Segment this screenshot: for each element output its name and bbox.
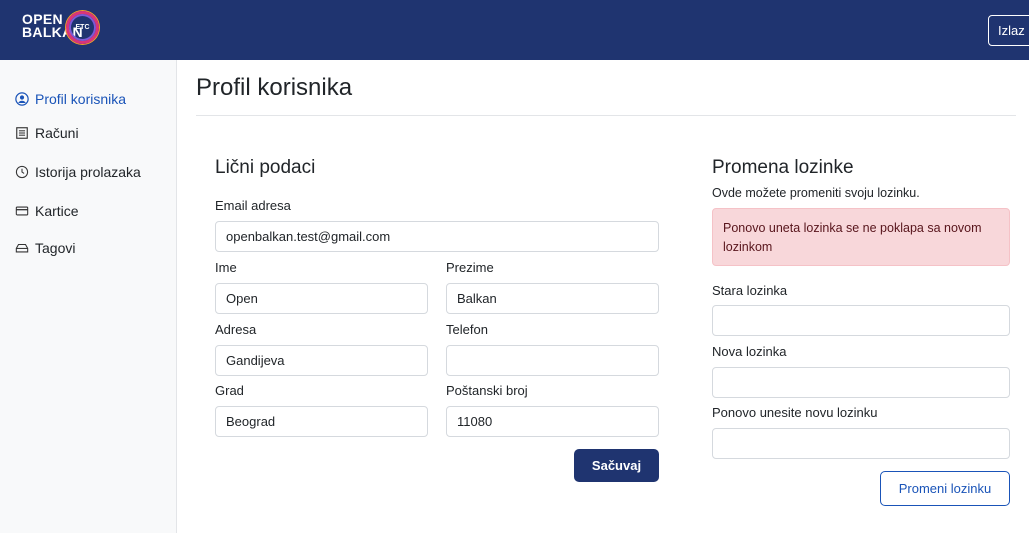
new-password-label: Nova lozinka	[712, 344, 787, 359]
email-label: Email adresa	[215, 198, 291, 213]
sidebar-item-label: Kartice	[35, 203, 79, 219]
last-name-field[interactable]	[446, 283, 659, 314]
title-divider	[196, 115, 1016, 116]
user-circle-icon	[15, 92, 29, 106]
sidebar-item-profile[interactable]: Profil korisnika	[15, 88, 126, 110]
old-password-label: Stara lozinka	[712, 283, 788, 298]
sidebar: Profil korisnika Računi Istorija prolaza…	[0, 60, 177, 533]
sidebar-item-label: Profil korisnika	[35, 91, 127, 107]
password-change-heading: Promena lozinke	[712, 157, 854, 178]
address-field[interactable]	[215, 345, 428, 376]
logo-badge: ETC	[75, 24, 90, 31]
logout-button[interactable]: Izlaz	[988, 15, 1029, 46]
last-name-label: Prezime	[446, 260, 494, 275]
sidebar-item-cards[interactable]: Kartice	[15, 200, 79, 222]
receipt-icon	[15, 126, 29, 140]
first-name-label: Ime	[215, 260, 237, 275]
password-mismatch-alert: Ponovo uneta lozinka se ne poklapa sa no…	[712, 208, 1010, 266]
phone-label: Telefon	[446, 322, 488, 337]
tag-icon	[15, 241, 29, 255]
postal-code-field[interactable]	[446, 406, 659, 437]
clock-icon	[15, 165, 29, 179]
personal-data-heading: Lični podaci	[215, 157, 316, 178]
new-password-field[interactable]	[712, 367, 1010, 398]
first-name-field[interactable]	[215, 283, 428, 314]
password-description: Ovde možete promeniti svoju lozinku.	[712, 186, 920, 200]
city-field[interactable]	[215, 406, 428, 437]
sidebar-item-tags[interactable]: Tagovi	[15, 237, 75, 259]
repeat-password-field[interactable]	[712, 428, 1010, 459]
sidebar-item-label: Istorija prolazaka	[35, 164, 141, 180]
old-password-field[interactable]	[712, 305, 1010, 336]
postal-code-label: Poštanski broj	[446, 383, 528, 398]
page-title: Profil korisnika	[196, 74, 353, 101]
address-label: Adresa	[215, 322, 257, 337]
phone-field[interactable]	[446, 345, 659, 376]
sidebar-item-bills[interactable]: Računi	[15, 122, 79, 144]
repeat-password-label: Ponovo unesite novu lozinku	[712, 405, 878, 420]
logo-ring-icon: ETC	[66, 11, 99, 44]
top-navbar: OPEN BALKAN ETC Izlaz	[0, 0, 1029, 60]
email-field[interactable]	[215, 221, 659, 252]
save-button[interactable]: Sačuvaj	[574, 449, 659, 482]
city-label: Grad	[215, 383, 244, 398]
sidebar-item-label: Računi	[35, 125, 79, 141]
open-balkan-logo[interactable]: OPEN BALKAN ETC	[22, 11, 102, 51]
change-password-button[interactable]: Promeni lozinku	[880, 471, 1010, 506]
sidebar-item-label: Tagovi	[35, 240, 76, 256]
sidebar-item-history[interactable]: Istorija prolazaka	[15, 161, 141, 183]
credit-card-icon	[15, 204, 29, 218]
